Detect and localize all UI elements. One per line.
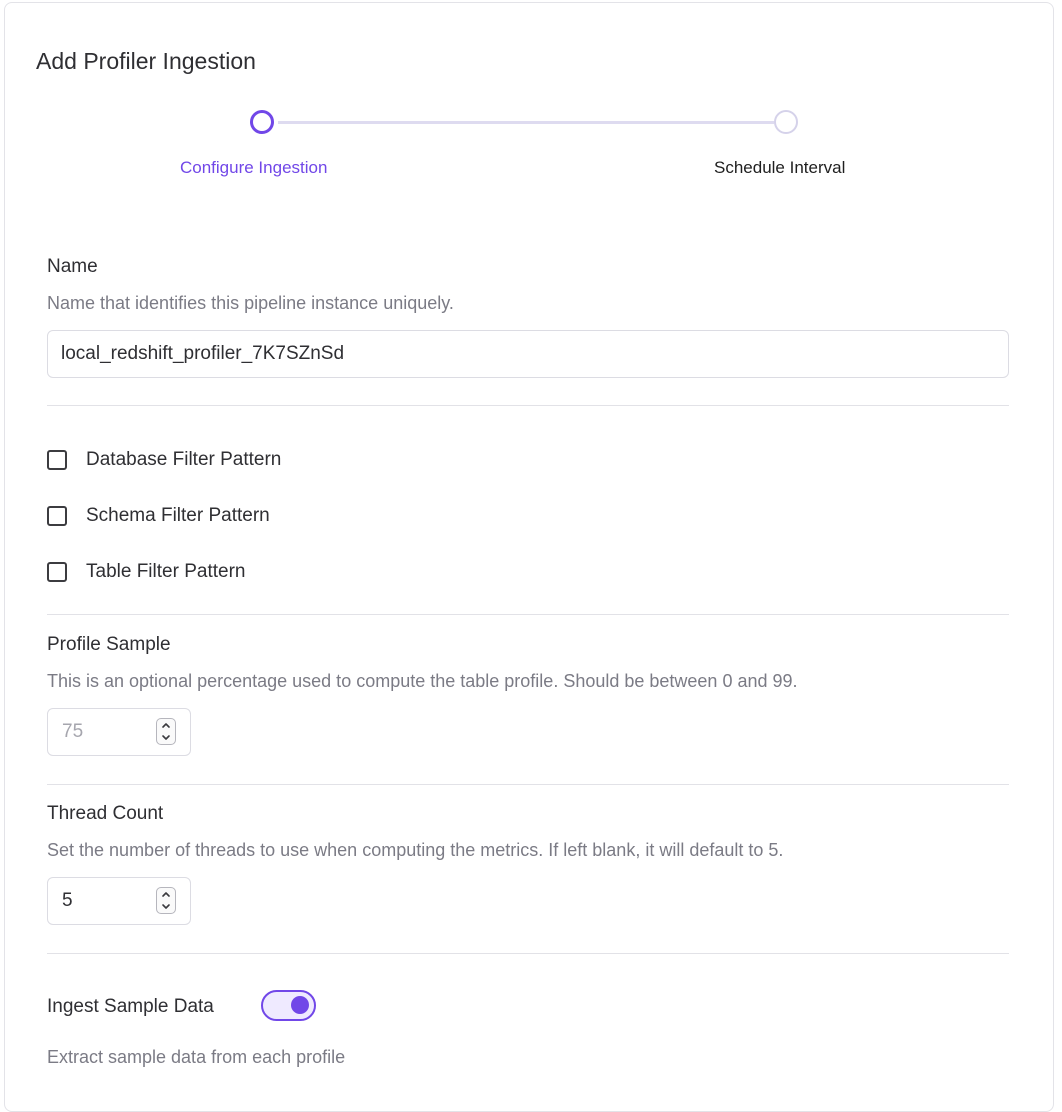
name-label: Name	[47, 256, 98, 277]
profile-sample-label: Profile Sample	[47, 634, 171, 655]
profile-sample-description: This is an optional percentage used to c…	[47, 671, 798, 691]
divider	[47, 614, 1009, 615]
database-filter-checkbox[interactable]	[47, 450, 67, 470]
profile-sample-input[interactable]: 75	[47, 708, 191, 756]
ingest-sample-data-toggle[interactable]	[261, 990, 316, 1021]
chevron-down-icon[interactable]	[160, 901, 172, 912]
thread-count-input[interactable]: 5	[47, 877, 191, 925]
stepper-connector	[278, 121, 774, 124]
chevron-up-icon[interactable]	[160, 889, 172, 900]
divider	[47, 953, 1009, 954]
thread-count-label: Thread Count	[47, 803, 164, 824]
step-configure-ingestion-label[interactable]: Configure Ingestion	[180, 157, 327, 179]
step-schedule-interval-indicator[interactable]	[774, 110, 798, 134]
step-schedule-interval-label[interactable]: Schedule Interval	[714, 157, 845, 179]
database-filter-pattern-option[interactable]: Database Filter Pattern	[47, 448, 281, 472]
divider	[47, 405, 1009, 406]
page-title: Add Profiler Ingestion	[36, 48, 256, 74]
thread-count-stepper[interactable]	[156, 887, 176, 914]
chevron-down-icon[interactable]	[160, 732, 172, 743]
table-filter-label: Table Filter Pattern	[86, 561, 246, 582]
thread-count-value: 5	[62, 890, 73, 911]
name-description: Name that identifies this pipeline insta…	[47, 293, 454, 313]
ingest-sample-data-description: Extract sample data from each profile	[47, 1047, 346, 1067]
step-configure-ingestion-indicator[interactable]	[250, 110, 274, 134]
schema-filter-checkbox[interactable]	[47, 506, 67, 526]
database-filter-label: Database Filter Pattern	[86, 449, 282, 470]
table-filter-pattern-option[interactable]: Table Filter Pattern	[47, 560, 245, 584]
profile-sample-placeholder: 75	[62, 721, 84, 742]
name-input[interactable]	[47, 330, 1009, 378]
table-filter-checkbox[interactable]	[47, 562, 67, 582]
ingest-sample-data-label: Ingest Sample Data	[47, 996, 214, 1017]
schema-filter-pattern-option[interactable]: Schema Filter Pattern	[47, 504, 270, 528]
thread-count-description: Set the number of threads to use when co…	[47, 840, 784, 860]
chevron-up-icon[interactable]	[160, 720, 172, 731]
profile-sample-stepper[interactable]	[156, 718, 176, 745]
divider	[47, 784, 1009, 785]
toggle-knob	[291, 996, 309, 1014]
schema-filter-label: Schema Filter Pattern	[86, 505, 270, 526]
ingestion-card	[4, 2, 1054, 1112]
